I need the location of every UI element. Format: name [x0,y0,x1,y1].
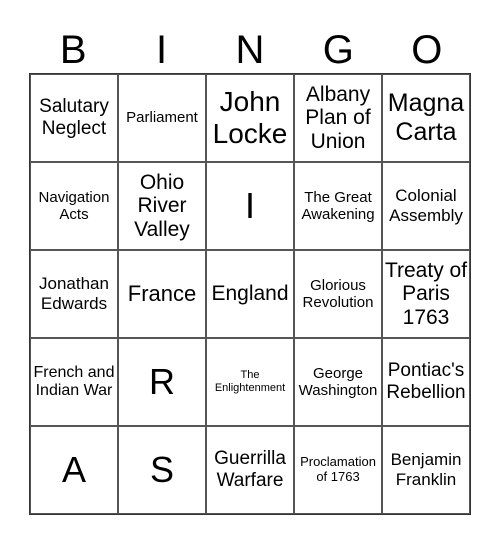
bingo-header: B I N G O [29,28,471,73]
bingo-cell[interactable]: Treaty of Paris 1763 [382,250,470,338]
bingo-cell[interactable]: R [118,338,206,426]
bingo-cell[interactable]: Proclamation of 1763 [294,426,382,514]
bingo-cell[interactable]: Magna Carta [382,74,470,162]
bingo-cell[interactable]: Benjamin Franklin [382,426,470,514]
bingo-cell[interactable]: England [206,250,294,338]
header-letter-i: I [156,28,168,72]
header-letter-o: O [411,28,443,72]
header-letter-n: N [235,28,265,72]
bingo-cell[interactable]: Colonial Assembly [382,162,470,250]
bingo-cell[interactable]: S [118,426,206,514]
bingo-cell[interactable]: Pontiac's Rebellion [382,338,470,426]
bingo-cell[interactable]: Glorious Revolution [294,250,382,338]
bingo-card: Salutary Neglect Parliament John Locke A… [29,73,471,515]
bingo-cell[interactable]: Parliament [118,74,206,162]
bingo-cell[interactable]: Ohio River Valley [118,162,206,250]
bingo-cell[interactable]: Albany Plan of Union [294,74,382,162]
bingo-cell[interactable]: The Enlightenment [206,338,294,426]
bingo-cell[interactable]: Navigation Acts [30,162,118,250]
header-letter-b: B [59,28,87,72]
header-letter-g: G [322,28,354,72]
bingo-cell[interactable]: George Washington [294,338,382,426]
bingo-cell[interactable]: I [206,162,294,250]
bingo-cell[interactable]: Salutary Neglect [30,74,118,162]
bingo-cell[interactable]: John Locke [206,74,294,162]
bingo-cell[interactable]: Jonathan Edwards [30,250,118,338]
bingo-cell[interactable]: A [30,426,118,514]
bingo-cell[interactable]: France [118,250,206,338]
bingo-cell[interactable]: The Great Awakening [294,162,382,250]
bingo-cell[interactable]: Guerrilla Warfare [206,426,294,514]
bingo-cell[interactable]: French and Indian War [30,338,118,426]
